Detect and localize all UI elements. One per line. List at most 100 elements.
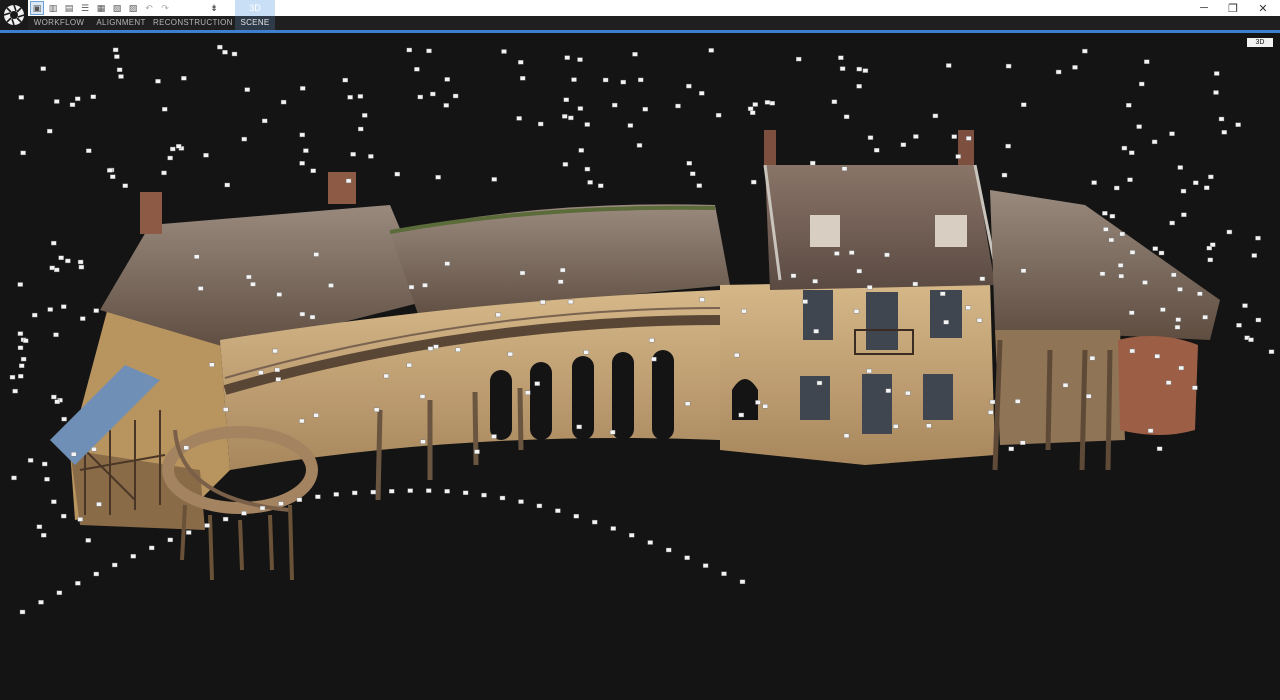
camera-marker[interactable] — [444, 489, 450, 494]
camera-marker[interactable] — [342, 77, 348, 83]
camera-marker[interactable] — [874, 147, 880, 153]
camera-marker[interactable] — [61, 513, 67, 519]
camera-marker[interactable] — [481, 492, 487, 498]
layout-3-icon[interactable]: ▤ — [62, 1, 76, 15]
camera-marker[interactable] — [741, 308, 747, 314]
camera-marker[interactable] — [114, 54, 120, 59]
camera-marker[interactable] — [11, 475, 17, 481]
camera-marker[interactable] — [274, 367, 280, 373]
camera-marker[interactable] — [577, 57, 583, 62]
camera-marker[interactable] — [666, 547, 672, 553]
camera-marker[interactable] — [17, 331, 24, 336]
camera-marker[interactable] — [965, 305, 971, 310]
camera-marker[interactable] — [1103, 227, 1109, 232]
camera-marker[interactable] — [738, 412, 744, 418]
camera-marker[interactable] — [520, 76, 526, 81]
camera-marker[interactable] — [241, 511, 247, 516]
camera-marker[interactable] — [1114, 185, 1120, 191]
camera-marker[interactable] — [831, 99, 838, 105]
camera-marker[interactable] — [112, 562, 118, 568]
close-button[interactable]: ✕ — [1247, 0, 1279, 16]
camera-marker[interactable] — [54, 399, 60, 404]
camera-marker[interactable] — [427, 346, 434, 351]
camera-marker[interactable] — [18, 95, 24, 100]
camera-marker[interactable] — [856, 66, 862, 72]
camera-marker[interactable] — [558, 279, 564, 284]
camera-marker[interactable] — [1089, 356, 1096, 361]
camera-marker[interactable] — [752, 102, 758, 107]
camera-marker[interactable] — [258, 370, 264, 375]
camera-marker[interactable] — [358, 126, 364, 132]
camera-marker[interactable] — [739, 579, 746, 584]
camera-marker[interactable] — [222, 50, 228, 55]
camera-marker[interactable] — [455, 347, 461, 352]
camera-marker[interactable] — [222, 516, 229, 522]
camera-marker[interactable] — [715, 112, 722, 118]
camera-marker[interactable] — [912, 281, 918, 287]
camera-marker[interactable] — [170, 146, 176, 152]
camera-marker[interactable] — [721, 571, 727, 576]
camera-marker[interactable] — [373, 407, 380, 412]
camera-marker[interactable] — [838, 55, 844, 60]
camera-marker[interactable] — [571, 77, 577, 82]
camera-marker[interactable] — [1236, 323, 1242, 328]
pin-icon[interactable]: ⇟ — [193, 0, 235, 16]
camera-marker[interactable] — [790, 273, 797, 278]
camera-marker[interactable] — [65, 258, 71, 264]
camera-marker[interactable] — [272, 348, 278, 354]
camera-marker[interactable] — [193, 254, 200, 259]
camera-marker[interactable] — [241, 136, 247, 142]
camera-marker[interactable] — [1126, 102, 1132, 108]
camera-marker[interactable] — [299, 418, 305, 424]
camera-marker[interactable] — [1197, 291, 1203, 296]
tab-reconstruction[interactable]: RECONSTRUCTION — [153, 16, 232, 30]
camera-marker[interactable] — [584, 166, 591, 172]
camera-marker[interactable] — [1005, 143, 1011, 149]
camera-marker[interactable] — [1218, 116, 1225, 122]
tab-workflow[interactable]: WORKFLOW — [30, 16, 88, 30]
camera-marker[interactable] — [85, 538, 91, 543]
camera-marker[interactable] — [567, 299, 574, 305]
camera-marker[interactable] — [444, 261, 450, 266]
camera-marker[interactable] — [333, 492, 339, 497]
camera-marker[interactable] — [362, 113, 368, 118]
camera-marker[interactable] — [598, 183, 604, 188]
camera-marker[interactable] — [491, 177, 497, 182]
camera-marker[interactable] — [54, 267, 60, 273]
camera-marker[interactable] — [1207, 257, 1213, 263]
camera-marker[interactable] — [816, 380, 823, 386]
camera-marker[interactable] — [417, 94, 423, 100]
camera-marker[interactable] — [893, 424, 899, 429]
camera-marker[interactable] — [562, 162, 569, 167]
camera-marker[interactable] — [93, 308, 99, 313]
camera-marker[interactable] — [989, 399, 996, 405]
camera-marker[interactable] — [573, 514, 579, 519]
camera-marker[interactable] — [313, 252, 319, 257]
camera-marker[interactable] — [491, 434, 497, 439]
camera-marker[interactable] — [406, 47, 412, 53]
camera-marker[interactable] — [834, 251, 840, 256]
camera-marker[interactable] — [1020, 268, 1027, 273]
camera-marker[interactable] — [536, 503, 543, 509]
camera-marker[interactable] — [946, 63, 952, 68]
camera-marker[interactable] — [300, 86, 306, 91]
camera-marker[interactable] — [313, 413, 319, 418]
camera-marker[interactable] — [1117, 263, 1124, 268]
camera-marker[interactable] — [525, 390, 531, 395]
camera-marker[interactable] — [564, 55, 570, 60]
camera-marker[interactable] — [167, 155, 173, 161]
camera-marker[interactable] — [217, 44, 223, 50]
camera-marker[interactable] — [843, 114, 850, 120]
camera-marker[interactable] — [96, 502, 102, 507]
camera-marker[interactable] — [843, 433, 850, 438]
camera-marker[interactable] — [368, 154, 374, 159]
camera-marker[interactable] — [1226, 229, 1233, 235]
camera-marker[interactable] — [209, 362, 215, 367]
camera-marker[interactable] — [734, 352, 740, 358]
camera-marker[interactable] — [1020, 440, 1026, 445]
camera-marker[interactable] — [684, 555, 690, 560]
camera-marker[interactable] — [383, 373, 389, 379]
camera-marker[interactable] — [839, 66, 846, 71]
camera-marker[interactable] — [181, 76, 187, 81]
camera-marker[interactable] — [435, 174, 441, 180]
